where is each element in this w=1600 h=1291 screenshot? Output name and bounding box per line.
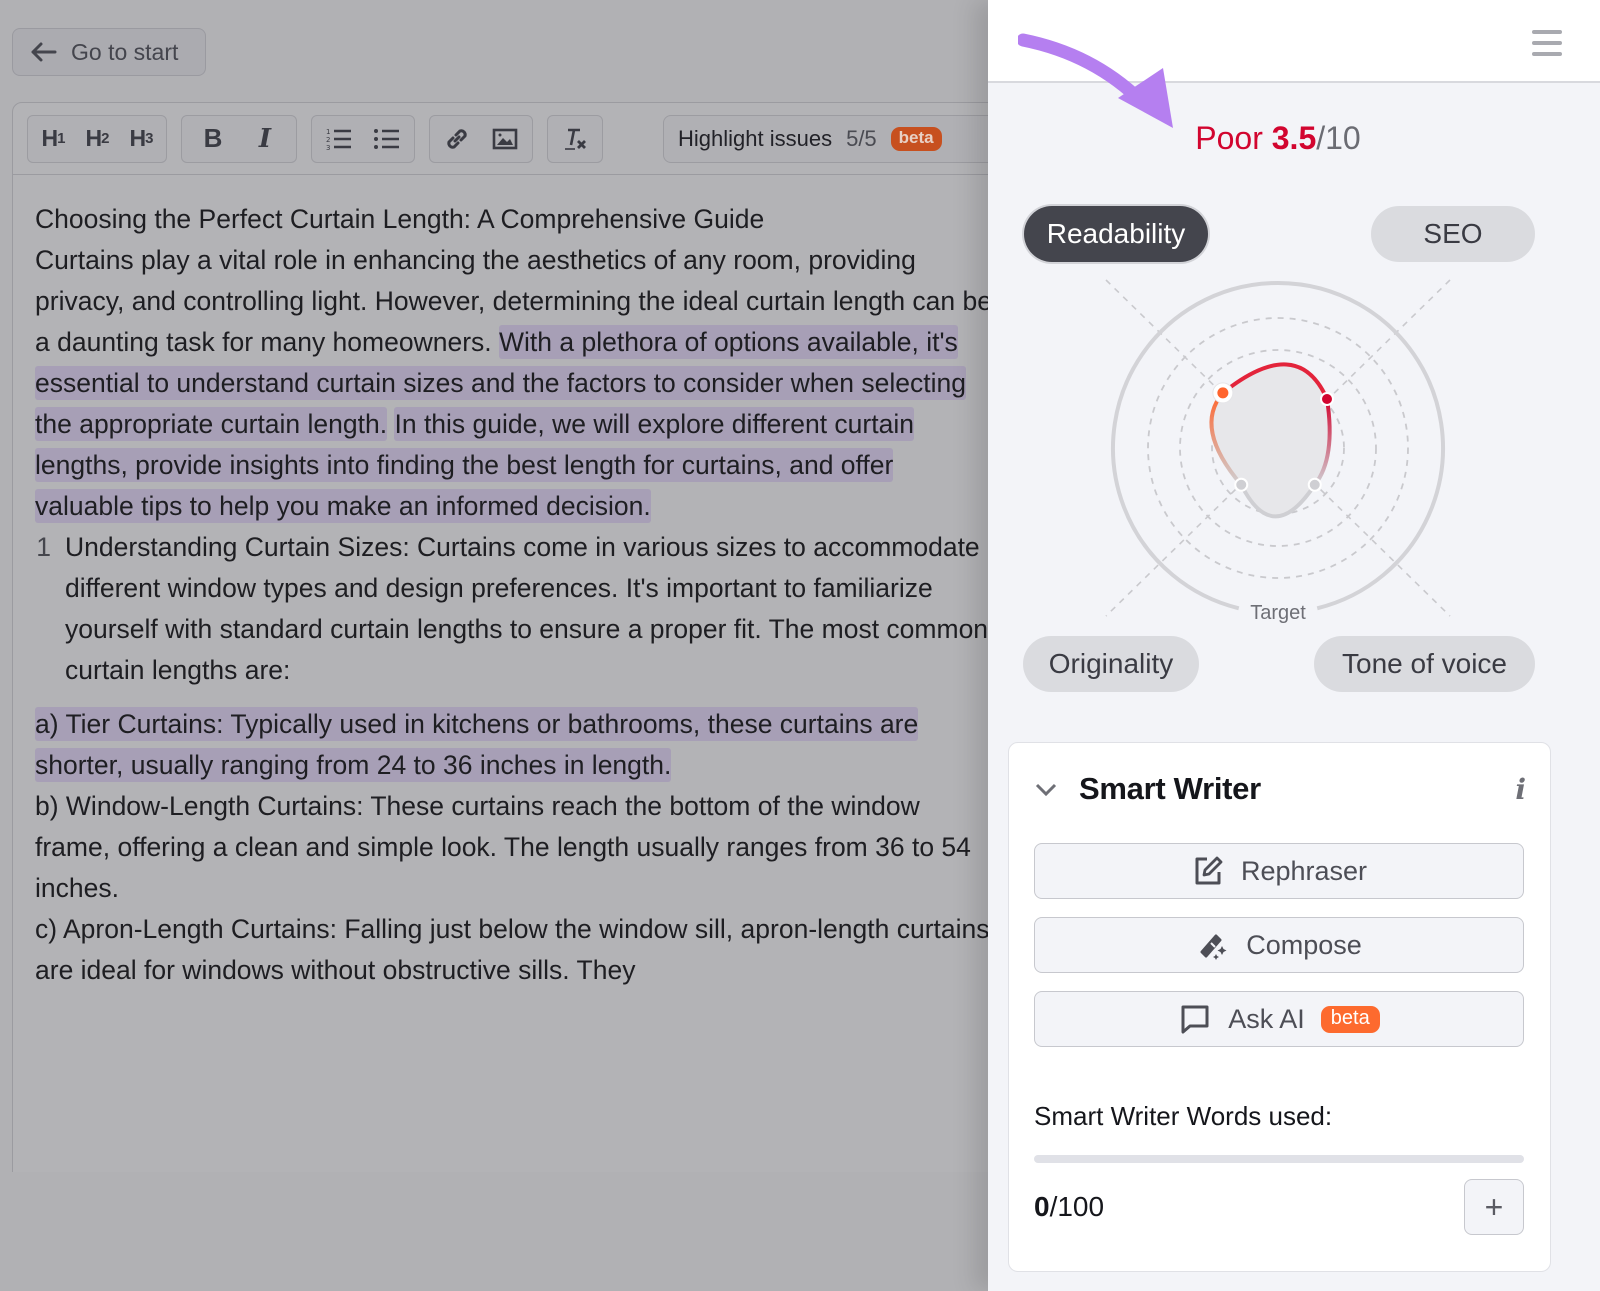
tab-readability[interactable]: Readability xyxy=(1024,206,1208,262)
ask-ai-label: Ask AI xyxy=(1228,1003,1305,1034)
bullet-list-button[interactable] xyxy=(372,123,402,155)
bullet-list-icon xyxy=(374,128,399,149)
clear-group xyxy=(547,114,603,163)
intro-paragraph: Curtains play a vital role in enhancing … xyxy=(35,245,993,523)
tab-seo[interactable]: SEO xyxy=(1371,206,1535,262)
sub-item-c: c) Apron-Length Curtains: Falling just b… xyxy=(35,914,990,985)
assistant-panel: Poor 3.5/10 Readability SEO Target Origi… xyxy=(988,0,1600,1291)
list-group: 123 xyxy=(311,114,415,163)
words-used-progress xyxy=(1034,1155,1524,1163)
info-icon[interactable]: i xyxy=(1515,773,1526,806)
svg-text:3: 3 xyxy=(326,144,330,152)
words-used-count: 0/100 xyxy=(1034,1191,1105,1222)
ask-ai-button[interactable]: Ask AI beta xyxy=(1034,991,1524,1047)
link-icon xyxy=(447,128,467,149)
chat-bubble-icon xyxy=(1181,1005,1209,1034)
radar-point-seo xyxy=(1320,391,1335,406)
compose-button[interactable]: Compose xyxy=(1034,917,1524,973)
italic-button[interactable]: I xyxy=(250,123,280,155)
edit-icon xyxy=(1195,856,1223,885)
radar-point-originality xyxy=(1234,477,1249,492)
document-content[interactable]: Choosing the Perfect Curtain Length: A C… xyxy=(13,175,1008,1015)
compose-label: Compose xyxy=(1246,929,1362,960)
magic-wand-icon xyxy=(1200,934,1227,960)
panel-header xyxy=(988,0,1600,83)
image-button[interactable] xyxy=(490,123,520,155)
svg-text:2: 2 xyxy=(326,136,330,144)
hamburger-menu-icon[interactable] xyxy=(1532,30,1562,56)
highlight-issues-label: Highlight issues xyxy=(678,125,833,151)
ordered-list-icon: 123 xyxy=(326,128,351,152)
insert-group xyxy=(429,114,533,163)
score-value: 3.5 xyxy=(1271,120,1317,156)
image-icon xyxy=(492,128,518,149)
overall-score: Poor 3.5/10 xyxy=(988,120,1568,157)
sub-item-b: b) Window-Length Curtains: These curtain… xyxy=(35,791,971,903)
bold-button[interactable]: B xyxy=(198,123,228,155)
list-number: 1 xyxy=(36,532,51,562)
sub-item-a: a) Tier Curtains: Typically used in kitc… xyxy=(35,704,999,786)
heading-1-button[interactable]: H1 xyxy=(38,123,68,155)
highlighted-sentence[interactable]: a) Tier Curtains: Typically used in kitc… xyxy=(35,707,919,782)
highlight-issues-count: 5/5 xyxy=(846,125,877,151)
smart-writer-header: Smart Writer i xyxy=(1033,769,1526,809)
rephraser-button[interactable]: Rephraser xyxy=(1034,843,1524,899)
score-max: /10 xyxy=(1316,120,1361,156)
highlight-issues-dropdown[interactable]: Highlight issues 5/5 beta xyxy=(663,114,1008,163)
go-to-start-label: Go to start xyxy=(71,38,179,65)
list-item-text: Understanding Curtain Sizes: Curtains co… xyxy=(65,532,989,685)
svg-text:1: 1 xyxy=(326,128,330,136)
clear-format-button[interactable] xyxy=(560,123,590,155)
radar-point-tone xyxy=(1307,477,1322,492)
target-label: Target xyxy=(1250,602,1306,624)
document-title: Choosing the Perfect Curtain Length: A C… xyxy=(35,204,765,234)
clear-format-icon xyxy=(565,128,586,150)
link-button[interactable] xyxy=(442,123,472,155)
rephraser-label: Rephraser xyxy=(1240,855,1368,886)
arrow-left-icon xyxy=(31,42,57,62)
score-rating: Poor xyxy=(1195,120,1263,156)
editor-area: Go to start H1 H2 H3 B I 123 Highlight i… xyxy=(0,0,1008,1291)
heading-group: H1 H2 H3 xyxy=(27,114,167,163)
chevron-down-icon[interactable] xyxy=(1033,779,1059,799)
smart-writer-card: Smart Writer i Rephraser Compose Ask AI … xyxy=(1008,742,1551,1272)
editor-toolbar: H1 H2 H3 B I 123 Highlight issues 5/5 be… xyxy=(13,103,1008,175)
words-used-label: Smart Writer Words used: xyxy=(1034,1101,1333,1131)
heading-3-button[interactable]: H3 xyxy=(126,123,156,155)
heading-2-button[interactable]: H2 xyxy=(82,123,112,155)
go-to-start-button[interactable]: Go to start xyxy=(12,28,206,76)
tab-tone-of-voice[interactable]: Tone of voice xyxy=(1314,636,1535,692)
score-radar-chart xyxy=(1105,279,1451,617)
text-editor: H1 H2 H3 B I 123 Highlight issues 5/5 be… xyxy=(12,102,1008,1202)
tab-originality[interactable]: Originality xyxy=(1023,636,1199,692)
beta-badge: beta xyxy=(1320,1005,1380,1033)
radar-point-readability xyxy=(1217,387,1229,399)
list-item: 1 Understanding Curtain Sizes: Curtains … xyxy=(35,527,999,691)
smart-writer-title: Smart Writer xyxy=(1079,771,1261,806)
beta-badge: beta xyxy=(890,126,942,151)
editor-bottom-mask xyxy=(0,1172,1008,1291)
add-words-button[interactable]: + xyxy=(1464,1179,1524,1235)
format-group: B I xyxy=(181,114,297,163)
ordered-list-button[interactable]: 123 xyxy=(324,123,354,155)
